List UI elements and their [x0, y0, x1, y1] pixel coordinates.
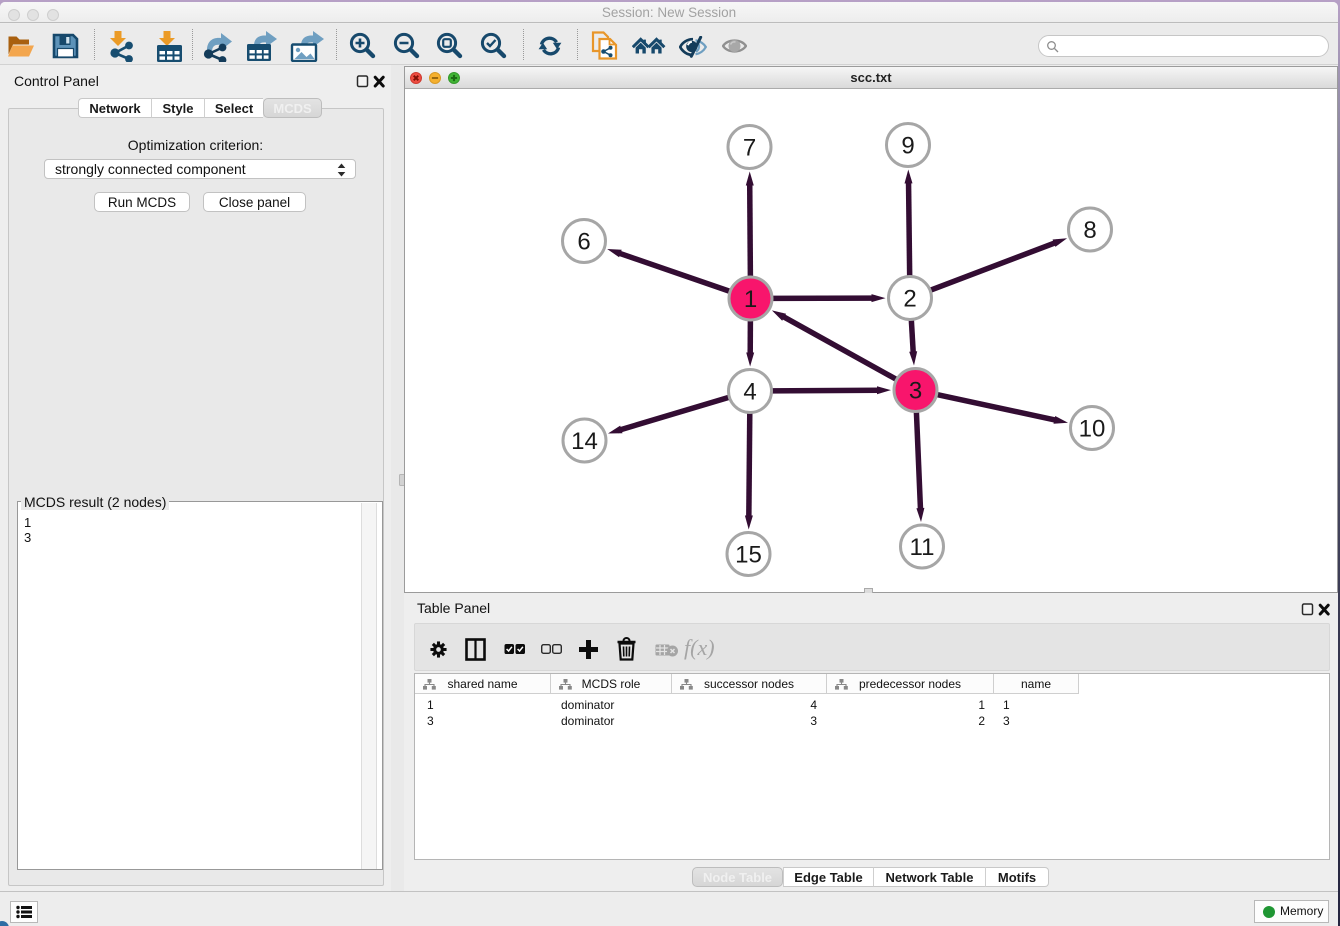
svg-text:14: 14	[571, 428, 598, 455]
svg-text:8: 8	[1083, 217, 1096, 244]
svg-text:2: 2	[903, 286, 916, 313]
svg-text:10: 10	[1079, 416, 1106, 443]
svg-text:3: 3	[909, 378, 922, 405]
svg-text:4: 4	[743, 379, 756, 406]
svg-text:15: 15	[735, 542, 762, 569]
svg-text:1: 1	[744, 286, 757, 313]
svg-text:9: 9	[901, 133, 914, 160]
svg-text:11: 11	[910, 534, 935, 561]
svg-text:7: 7	[743, 135, 756, 162]
svg-text:6: 6	[577, 229, 590, 256]
